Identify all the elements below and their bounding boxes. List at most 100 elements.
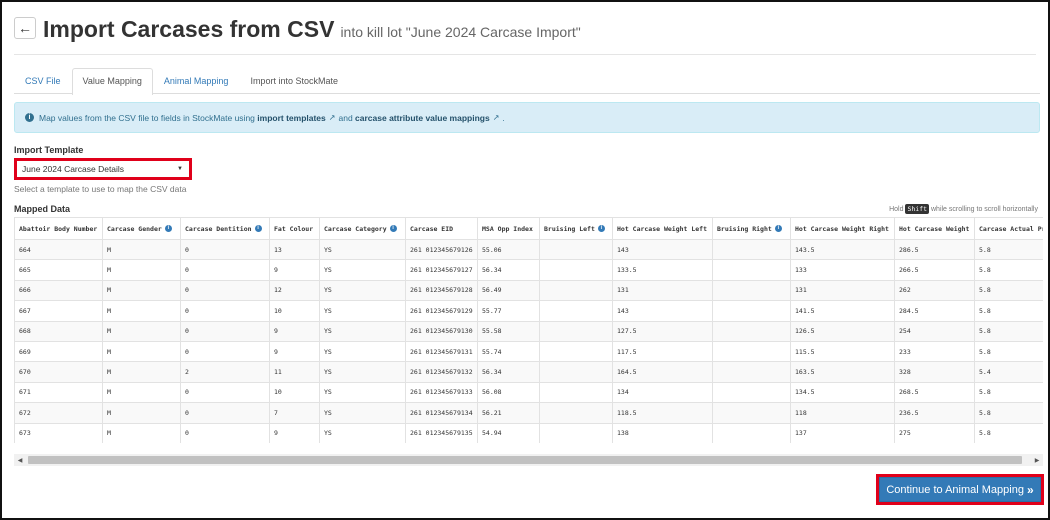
back-button[interactable]: ← — [14, 17, 36, 39]
table-cell: 5.8 — [974, 320, 1043, 342]
column-header-label: Carcase Gender — [107, 224, 162, 233]
table-cell: 134.5 — [790, 381, 895, 404]
table-cell: M — [102, 381, 181, 404]
scroll-hint-prefix: Hold — [889, 206, 904, 213]
table-cell — [539, 320, 613, 342]
table-header-row: Abattoir Body Number Carcase Gender i Carca… — [14, 217, 1043, 240]
table-cell — [539, 381, 613, 404]
table-cell: M — [102, 340, 181, 363]
table-row: 665 M 0 9 YS 261 012345679127 56.34 133.5 133 266… — [14, 259, 1043, 281]
table-cell: 133 — [790, 259, 895, 281]
table-cell: 261 012345679130 — [405, 320, 478, 342]
table-cell: YS — [319, 320, 406, 342]
external-link-icon[interactable]: ↗ — [493, 113, 500, 122]
table-row: 666 M 0 12 YS 261 012345679128 56.49 131 131 262 5… — [14, 279, 1043, 302]
table-cell: M — [102, 238, 181, 261]
table-cell: YS — [319, 422, 406, 443]
info-icon[interactable]: i — [254, 225, 262, 232]
table-cell: YS — [319, 238, 406, 261]
column-header: Carcase Category i — [319, 217, 406, 240]
info-icon[interactable]: i — [164, 225, 172, 232]
continue-button-highlight: Continue to Animal Mapping » — [876, 474, 1044, 505]
table-cell: 5.8 — [974, 402, 1043, 424]
tab-value-mapping[interactable]: Value Mapping — [71, 68, 153, 95]
column-header-label: Bruising Right — [717, 224, 772, 233]
tab-csv-file[interactable]: CSV File — [14, 68, 72, 94]
table-cell: 5.8 — [974, 279, 1043, 302]
table-cell: 261 012345679132 — [405, 361, 478, 383]
column-header-label: Carcase Dentition — [185, 224, 252, 233]
info-icon[interactable]: i — [774, 225, 782, 232]
import-templates-link[interactable]: import templates — [257, 113, 326, 123]
column-header: Abattoir Body Number — [14, 217, 103, 240]
table-row: 668 M 0 9 YS 261 012345679130 55.58 127.5 126.5 2… — [14, 320, 1043, 342]
table-cell: 664 — [14, 238, 103, 261]
table-cell — [539, 300, 613, 322]
column-header-label: MSA Opp Index — [482, 224, 533, 233]
table-cell: YS — [319, 361, 406, 383]
table-cell: 0 — [180, 340, 270, 363]
import-template-help: Select a template to use to map the CSV … — [14, 184, 187, 194]
table-cell: 672 — [14, 402, 103, 424]
table-cell: 328 — [894, 361, 975, 383]
table-cell: 0 — [180, 279, 270, 302]
table-row: 669 M 0 9 YS 261 012345679131 55.74 117.5 115.5 2… — [14, 340, 1043, 363]
table-cell: 261 012345679131 — [405, 340, 478, 363]
table-cell: 137 — [790, 422, 895, 443]
table-cell: 133.5 — [612, 259, 713, 281]
import-template-select[interactable]: June 2024 Carcase Details ▼ — [14, 158, 192, 180]
horizontal-scrollbar[interactable]: ◀ ▶ — [14, 454, 1043, 466]
table-cell: 0 — [180, 402, 270, 424]
alert-prefix: Map values from the CSV file to fields i… — [39, 112, 255, 123]
scroll-left-arrow-icon[interactable]: ◀ — [14, 454, 26, 466]
page-subtitle: into kill lot "June 2024 Carcase Import" — [340, 24, 581, 40]
column-header: Carcase EID — [405, 217, 478, 240]
table-cell: M — [102, 259, 181, 281]
caret-down-icon: ▼ — [177, 166, 183, 172]
table-cell: 56.08 — [477, 381, 540, 404]
table-cell: YS — [319, 402, 406, 424]
column-header: Fat Colour — [269, 217, 320, 240]
info-alert: i Map values from the CSV file to fields… — [14, 102, 1040, 133]
table-cell: 284.5 — [894, 300, 975, 322]
table-cell: 0 — [180, 238, 270, 261]
table-cell: 126.5 — [790, 320, 895, 342]
tab-animal-mapping[interactable]: Animal Mapping — [153, 68, 240, 94]
table-cell: 56.49 — [477, 279, 540, 302]
table-cell: 666 — [14, 279, 103, 302]
import-template-label: Import Template — [14, 145, 84, 155]
double-chevron-right-icon: » — [1026, 482, 1034, 497]
table-cell: YS — [319, 300, 406, 322]
table-cell — [539, 259, 613, 281]
table-cell: M — [102, 402, 181, 424]
alert-suffix: . — [502, 112, 505, 123]
external-link-icon[interactable]: ↗ — [329, 113, 336, 122]
table-cell: 5.8 — [974, 340, 1043, 363]
page-frame: ← Import Carcases from CSV into kill lot… — [0, 0, 1050, 520]
table-cell: 0 — [180, 320, 270, 342]
table-cell — [712, 320, 791, 342]
table-cell: 266.5 — [894, 259, 975, 281]
table-cell: 143 — [612, 238, 713, 261]
scrollbar-thumb[interactable] — [28, 456, 1022, 464]
table-cell: YS — [319, 381, 406, 404]
continue-to-animal-mapping-button[interactable]: Continue to Animal Mapping » — [879, 477, 1041, 502]
table-cell: 164.5 — [612, 361, 713, 383]
table-cell: YS — [319, 340, 406, 363]
mapped-data-table[interactable]: Abattoir Body Number Carcase Gender i Carca… — [14, 217, 1043, 443]
column-header-label: Hot Carcase Weight Right — [795, 224, 889, 233]
info-icon[interactable]: i — [389, 225, 397, 232]
table-cell: 5.8 — [974, 238, 1043, 261]
table-row: 670 M 2 11 YS 261 012345679132 56.34 164.5 163.5… — [14, 361, 1043, 383]
table-cell: 262 — [894, 279, 975, 302]
arrow-left-icon: ← — [18, 20, 32, 36]
table-cell: 134 — [612, 381, 713, 404]
table-cell: M — [102, 279, 181, 302]
table-cell — [539, 422, 613, 443]
scroll-right-arrow-icon[interactable]: ▶ — [1031, 454, 1043, 466]
table-cell: 9 — [269, 259, 320, 281]
info-icon[interactable]: i — [597, 225, 605, 232]
table-row: 673 M 0 9 YS 261 012345679135 54.94 138 137 275 5.… — [14, 422, 1043, 443]
column-header: Bruising Left i — [539, 217, 613, 240]
attribute-mappings-link[interactable]: carcase attribute value mappings — [355, 113, 490, 123]
